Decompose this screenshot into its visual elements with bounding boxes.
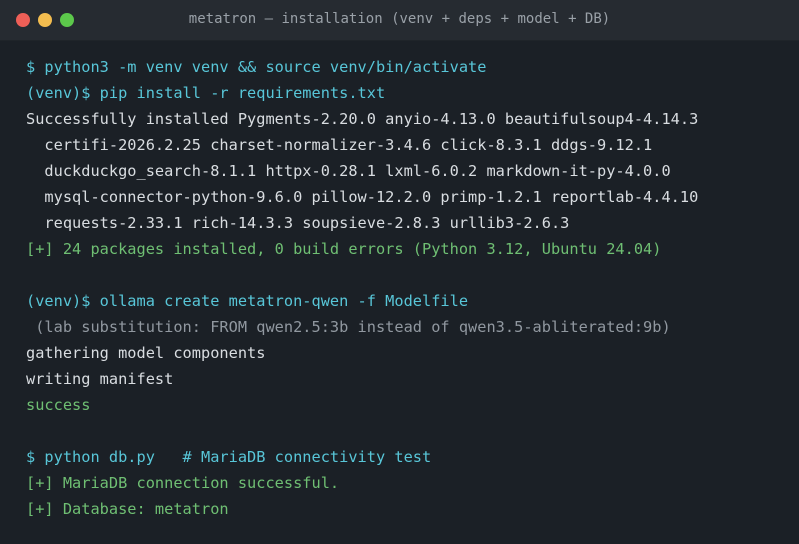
terminal-line: gathering model components: [26, 344, 266, 362]
terminal-line: $ python3 -m venv venv && source venv/bi…: [26, 58, 487, 76]
terminal-line: duckduckgo_search-8.1.1 httpx-0.28.1 lxm…: [26, 162, 671, 180]
terminal-line: [+] MariaDB connection successful.: [26, 474, 340, 492]
terminal-line: certifi-2026.2.25 charset-normalizer-3.4…: [26, 136, 653, 154]
terminal-line: writing manifest: [26, 370, 174, 388]
window-title: metatron — installation (venv + deps + m…: [188, 11, 611, 27]
title-bar: metatron — installation (venv + deps + m…: [0, 0, 799, 41]
terminal-line: requests-2.33.1 rich-14.3.3 soupsieve-2.…: [26, 214, 570, 232]
terminal-line: success: [26, 396, 91, 414]
terminal-line: (venv)$ ollama create metatron-qwen -f M…: [26, 292, 469, 310]
terminal-line: (lab substitution: FROM qwen2.5:3b inste…: [26, 318, 671, 336]
terminal-line: [+] 24 packages installed, 0 build error…: [26, 240, 662, 258]
terminal-line: [+] Database: metatron: [26, 500, 229, 518]
terminal-line: (venv)$ pip install -r requirements.txt: [26, 84, 386, 102]
terminal-line: $ python db.py # MariaDB connectivity te…: [26, 448, 432, 466]
terminal-window: metatron — installation (venv + deps + m…: [0, 0, 799, 544]
terminal-line: mysql-connector-python-9.6.0 pillow-12.2…: [26, 188, 699, 206]
terminal-line: Successfully installed Pygments-2.20.0 a…: [26, 110, 699, 128]
terminal-output[interactable]: $ python3 -m venv venv && source venv/bi…: [26, 54, 789, 522]
